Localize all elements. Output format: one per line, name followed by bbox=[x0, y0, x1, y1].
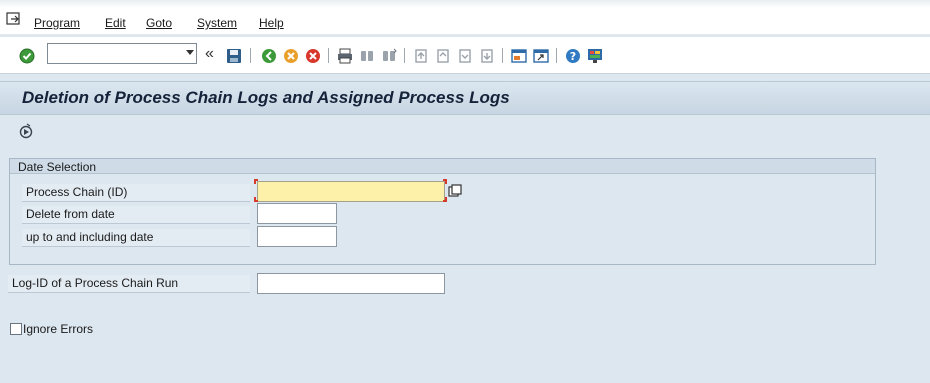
toolbar-separator bbox=[502, 48, 503, 63]
find-icon[interactable] bbox=[358, 47, 376, 65]
menu-system[interactable]: System bbox=[197, 16, 237, 30]
next-page-icon[interactable] bbox=[456, 47, 474, 65]
log-id-input[interactable] bbox=[258, 274, 444, 293]
log-id-label: Log-ID of a Process Chain Run bbox=[8, 275, 250, 293]
up-to-date-field[interactable] bbox=[257, 226, 337, 247]
group-title: Date Selection bbox=[18, 160, 97, 174]
double-chevron-left-icon[interactable]: « bbox=[205, 46, 214, 62]
exit-icon[interactable] bbox=[282, 47, 300, 65]
previous-page-icon[interactable] bbox=[434, 47, 452, 65]
top-strip bbox=[0, 0, 930, 8]
toolbar-separator bbox=[556, 48, 557, 63]
up-to-date-label: up to and including date bbox=[22, 229, 250, 247]
required-marker bbox=[443, 197, 447, 202]
command-field[interactable] bbox=[47, 43, 197, 64]
chevron-down-icon[interactable] bbox=[186, 50, 194, 55]
find-next-icon[interactable] bbox=[380, 47, 398, 65]
menu-bar: Program Edit Goto System Help bbox=[0, 0, 930, 35]
required-marker bbox=[443, 179, 447, 184]
required-marker bbox=[254, 197, 258, 202]
menu-edit[interactable]: Edit bbox=[105, 16, 126, 30]
delete-from-date-input[interactable] bbox=[258, 204, 336, 223]
enter-icon[interactable] bbox=[18, 47, 36, 65]
command-input[interactable] bbox=[48, 44, 176, 63]
help-icon[interactable]: ? bbox=[564, 47, 582, 65]
process-chain-id-field[interactable] bbox=[257, 181, 445, 202]
delete-from-date-field[interactable] bbox=[257, 203, 337, 224]
back-icon[interactable] bbox=[260, 47, 278, 65]
value-help-icon[interactable] bbox=[448, 184, 462, 198]
menu-goto[interactable]: Goto bbox=[146, 16, 172, 30]
bottom-area bbox=[0, 346, 930, 383]
group-header: Date Selection bbox=[10, 159, 875, 174]
process-chain-id-input[interactable] bbox=[258, 182, 444, 201]
title-bar: Deletion of Process Chain Logs and Assig… bbox=[0, 81, 930, 115]
create-session-icon[interactable] bbox=[510, 47, 528, 65]
log-id-field[interactable] bbox=[257, 273, 445, 294]
cancel-icon[interactable] bbox=[304, 47, 322, 65]
ignore-errors-label: Ignore Errors bbox=[23, 322, 94, 336]
standard-toolbar: « ? bbox=[0, 37, 930, 74]
save-icon[interactable] bbox=[225, 47, 243, 65]
toolbar-separator bbox=[250, 48, 251, 63]
first-page-icon[interactable] bbox=[412, 47, 430, 65]
shortcut-icon[interactable] bbox=[532, 47, 550, 65]
menu-exit-icon[interactable] bbox=[6, 12, 22, 26]
required-marker bbox=[254, 179, 258, 184]
delete-from-date-label: Delete from date bbox=[22, 206, 250, 224]
toolbar-separator bbox=[404, 48, 405, 63]
svg-text:?: ? bbox=[570, 50, 576, 63]
execute-icon[interactable] bbox=[18, 123, 34, 139]
ignore-errors-checkbox[interactable] bbox=[10, 323, 22, 335]
up-to-date-input[interactable] bbox=[258, 227, 336, 246]
print-icon[interactable] bbox=[336, 47, 354, 65]
menu-help[interactable]: Help bbox=[259, 16, 284, 30]
last-page-icon[interactable] bbox=[478, 47, 496, 65]
toolbar-separator bbox=[328, 48, 329, 63]
application-toolbar bbox=[0, 116, 930, 152]
process-chain-id-label: Process Chain (ID) bbox=[22, 184, 250, 202]
page-title: Deletion of Process Chain Logs and Assig… bbox=[22, 88, 510, 107]
layout-icon[interactable] bbox=[586, 47, 604, 65]
menu-program[interactable]: Program bbox=[34, 16, 80, 30]
